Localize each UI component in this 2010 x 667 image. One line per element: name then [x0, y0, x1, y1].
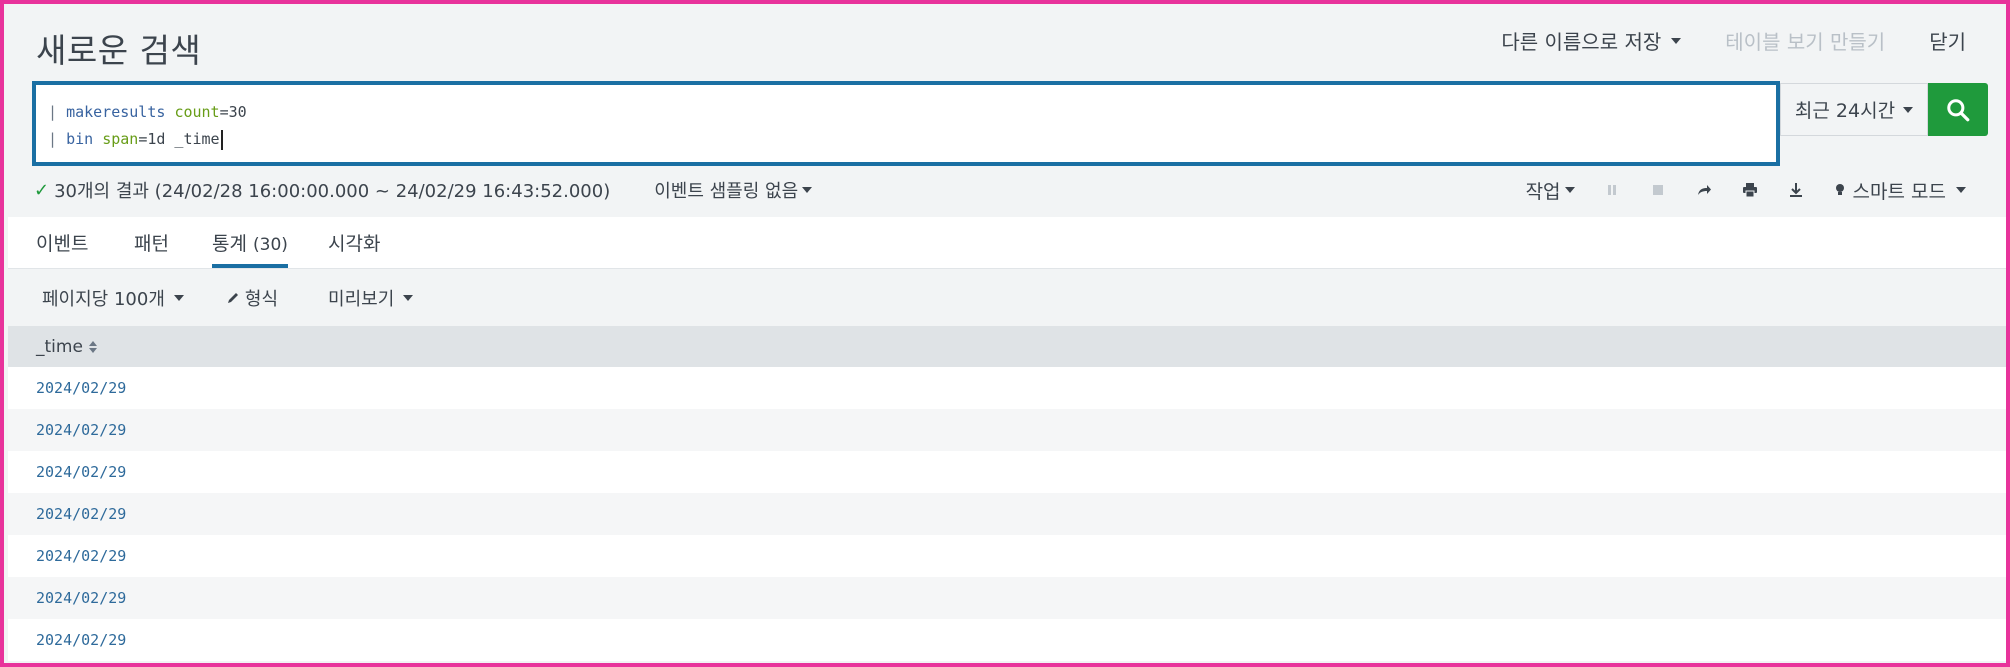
- chevron-down-icon: [802, 187, 813, 193]
- chevron-down-icon: [173, 294, 184, 301]
- tab-visualization[interactable]: 시각화: [328, 229, 380, 256]
- time-cell[interactable]: 2024/02/29: [36, 631, 126, 649]
- format-label: 형식: [244, 288, 279, 310]
- table-row: 2024/02/29: [8, 493, 2006, 535]
- time-range-picker[interactable]: 최근 24시간: [1780, 83, 1928, 136]
- preview-label: 미리보기: [328, 288, 395, 310]
- query-line-2: | bin span=1d _time: [48, 126, 1776, 153]
- stop-icon: [1652, 185, 1663, 195]
- query-command: makeresults: [66, 103, 166, 121]
- time-range-label: 최근 24시간: [1794, 100, 1896, 122]
- query-arg-value: =30: [219, 103, 247, 121]
- query-line-1: | makeresults count=30: [48, 99, 1776, 126]
- query-arg-name: span: [102, 130, 139, 148]
- results-status-bar: ✓ 30개의 결과 (24/02/28 16:00:00.000 ~ 24/02…: [34, 174, 1966, 206]
- query-arg-name: count: [174, 103, 220, 121]
- table-row: 2024/02/29: [8, 577, 2006, 619]
- query-command: bin: [66, 130, 94, 148]
- tab-count-badge: (30): [253, 235, 288, 255]
- print-button[interactable]: [1741, 181, 1759, 199]
- pause-button[interactable]: [1603, 181, 1621, 199]
- job-menu-button[interactable]: 작업: [1526, 177, 1575, 204]
- result-tabs: 이벤트 패턴 통계 (30) 시각화: [8, 217, 2006, 269]
- tab-events[interactable]: 이벤트: [36, 229, 88, 256]
- table-row: 2024/02/29: [8, 619, 2006, 661]
- search-button[interactable]: [1928, 83, 1988, 136]
- chevron-down-icon: [1903, 106, 1914, 113]
- text-cursor: [220, 129, 223, 150]
- format-button[interactable]: 형식: [226, 285, 278, 311]
- tab-label: 패턴: [134, 233, 169, 255]
- time-cell[interactable]: 2024/02/29: [36, 421, 126, 439]
- table-row: 2024/02/29: [8, 409, 2006, 451]
- share-arrow-icon: [1697, 185, 1711, 195]
- header-actions: 다른 이름으로 저장 테이블 보기 만들기 닫기: [1501, 26, 1966, 55]
- export-button[interactable]: [1787, 181, 1805, 199]
- table-toolbar: 페이지당 100개 형식 미리보기: [8, 270, 2006, 325]
- time-cell[interactable]: 2024/02/29: [36, 547, 126, 565]
- search-icon: [1947, 98, 1970, 121]
- close-label: 닫기: [1929, 30, 1966, 54]
- tab-patterns[interactable]: 패턴: [134, 229, 169, 256]
- chevron-down-icon: [1564, 187, 1575, 193]
- lightbulb-icon: [1835, 184, 1844, 195]
- search-query[interactable]: | makeresults count=30 | bin span=1d _ti…: [36, 85, 1776, 153]
- tab-label: 통계: [212, 233, 247, 255]
- create-table-view-button[interactable]: 테이블 보기 만들기: [1725, 26, 1885, 55]
- search-mode-dropdown[interactable]: 스마트 모드: [1833, 177, 1966, 204]
- stop-button[interactable]: [1649, 181, 1667, 199]
- share-button[interactable]: [1695, 181, 1713, 199]
- column-header-label: _time: [36, 336, 83, 357]
- app-frame: 새로운 검색 다른 이름으로 저장 테이블 보기 만들기 닫기 | makere…: [0, 0, 2010, 667]
- query-pipe: |: [48, 130, 67, 148]
- tab-statistics[interactable]: 통계 (30): [212, 229, 288, 268]
- search-mode-label: 스마트 모드: [1852, 180, 1946, 203]
- close-button[interactable]: 닫기: [1929, 26, 1966, 55]
- pause-icon: [1607, 185, 1616, 195]
- results-table: _time 2024/02/29 2024/02/29 2024/02/29 2…: [8, 326, 2006, 661]
- query-pipe: |: [48, 103, 67, 121]
- print-icon: [1742, 183, 1757, 198]
- chevron-down-icon: [1956, 187, 1966, 193]
- pencil-icon: [227, 292, 238, 303]
- result-summary: 30개의 결과 (24/02/28 16:00:00.000 ~ 24/02/2…: [54, 181, 611, 202]
- tab-label: 이벤트: [36, 233, 89, 255]
- header: 새로운 검색 다른 이름으로 저장 테이블 보기 만들기 닫기: [32, 22, 1966, 72]
- query-arg-value: =1d _time: [138, 130, 220, 148]
- page-title: 새로운 검색: [36, 31, 202, 70]
- preview-dropdown[interactable]: 미리보기: [328, 285, 414, 311]
- table-row: 2024/02/29: [8, 367, 2006, 409]
- save-as-button[interactable]: 다른 이름으로 저장: [1501, 26, 1682, 55]
- search-input[interactable]: | makeresults count=30 | bin span=1d _ti…: [32, 81, 1780, 166]
- per-page-dropdown[interactable]: 페이지당 100개: [42, 285, 184, 311]
- sampling-label: 이벤트 샘플링 없음: [654, 181, 799, 202]
- save-as-label: 다른 이름으로 저장: [1501, 30, 1662, 54]
- sort-icon: [88, 340, 97, 353]
- create-table-view-label: 테이블 보기 만들기: [1725, 30, 1886, 54]
- event-sampling-dropdown[interactable]: 이벤트 샘플링 없음: [654, 177, 813, 203]
- job-controls: 작업 스마트 모드: [1526, 174, 1966, 206]
- job-label: 작업: [1525, 180, 1561, 203]
- column-header-time[interactable]: _time: [8, 326, 2006, 367]
- time-cell[interactable]: 2024/02/29: [36, 505, 126, 523]
- time-cell[interactable]: 2024/02/29: [36, 463, 126, 481]
- checkmark-icon: ✓: [34, 179, 50, 201]
- time-cell[interactable]: 2024/02/29: [36, 589, 126, 607]
- per-page-label: 페이지당 100개: [42, 288, 165, 310]
- chevron-down-icon: [403, 294, 414, 301]
- tab-label: 시각화: [328, 233, 381, 255]
- download-icon: [1789, 183, 1802, 197]
- table-row: 2024/02/29: [8, 451, 2006, 493]
- time-cell[interactable]: 2024/02/29: [36, 379, 126, 397]
- chevron-down-icon: [1671, 37, 1682, 44]
- table-row: 2024/02/29: [8, 535, 2006, 577]
